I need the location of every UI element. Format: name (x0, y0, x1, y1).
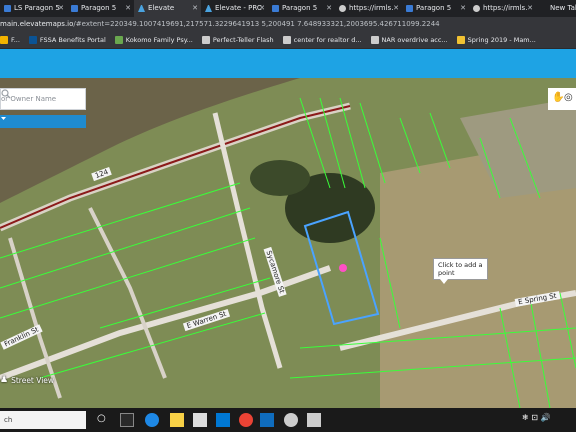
tab-close-icon[interactable]: ✕ (460, 0, 466, 17)
tab-2[interactable]: Elevate ✕ (134, 0, 201, 17)
bookmark-icon (456, 36, 465, 44)
app-icon[interactable] (284, 413, 298, 427)
tab-close-icon[interactable]: ✕ (192, 0, 198, 17)
bookmark-fssa[interactable]: FSSA Benefits Portal (28, 36, 106, 44)
street-view-button[interactable]: ♟ Street View (0, 375, 54, 385)
aerial-imagery (0, 78, 576, 408)
parcel-marker-icon[interactable] (339, 264, 347, 272)
bookmarks-bar: F... FSSA Benefits Portal Kokomo Family … (0, 32, 576, 49)
bookmark-icon (114, 36, 123, 44)
tab-label: Paragon 5 (282, 4, 318, 12)
chevron-down-icon (1, 117, 6, 120)
bookmark-perfect-teller[interactable]: Perfect-Teller Flash (201, 36, 274, 44)
add-point-tooltip: Click to add a point (433, 258, 488, 284)
file-explorer-icon[interactable] (170, 413, 184, 427)
paragon-favicon-icon (406, 5, 413, 12)
tab-3[interactable]: Elevate - PRC ✕ (201, 0, 268, 17)
cortana-icon[interactable]: ○ (97, 413, 111, 427)
bookmark-icon (28, 36, 37, 44)
tab-label: https://irmls. (483, 4, 528, 12)
paragon-favicon-icon (272, 5, 279, 12)
tab-6[interactable]: Paragon 5 ✕ (402, 0, 469, 17)
app-icon-2[interactable] (307, 413, 321, 427)
search-icon[interactable] (1, 89, 11, 99)
bookmark-spring[interactable]: Spring 2019 - Mam... (456, 36, 536, 44)
layer-dropdown[interactable] (0, 115, 86, 128)
street-view-label: Street View (11, 375, 55, 385)
task-view-icon[interactable] (120, 413, 134, 427)
bookmark-0[interactable]: F... (0, 36, 20, 44)
tab-strip: LS Paragon 5 ✕ Paragon 5 ✕ Elevate ✕ Elevat… (0, 0, 576, 17)
tab-label: Paragon 5 (81, 4, 117, 12)
globe-favicon-icon (473, 5, 480, 12)
paragon-favicon-icon (71, 5, 78, 12)
chrome-icon[interactable] (239, 413, 253, 427)
system-tray[interactable]: ❄ ⊡ 🔊 (522, 413, 550, 422)
mail-icon[interactable] (216, 413, 230, 427)
store-icon[interactable] (193, 413, 207, 427)
outlook-icon[interactable] (260, 413, 274, 427)
tab-close-icon[interactable]: ✕ (527, 0, 533, 17)
tab-label: Elevate - PRC (215, 4, 262, 12)
tab-0[interactable]: LS Paragon 5 ✕ (0, 0, 67, 17)
bookmark-realtor[interactable]: center for realtor d... (282, 36, 362, 44)
bookmark-icon (0, 36, 8, 44)
tab-7[interactable]: https://irmls. ✕ (469, 0, 536, 17)
bookmark-nar[interactable]: NAR overdrive acc... (370, 36, 448, 44)
map-tools: ✋ ◎ (548, 88, 576, 110)
bookmark-icon (201, 36, 210, 44)
bookmark-kokomo[interactable]: Kokomo Family Psy... (114, 36, 193, 44)
locate-icon[interactable]: ◎ (564, 92, 573, 103)
tab-label: https://irmls. (349, 4, 394, 12)
tab-5[interactable]: https://irmls. ✕ (335, 0, 402, 17)
map-view[interactable]: or Owner Name ✋ ◎ Click to add a point E… (0, 78, 576, 408)
tab-close-icon[interactable]: ✕ (326, 0, 332, 17)
tab-label: Elevate (148, 4, 175, 12)
owner-search-box[interactable]: or Owner Name (0, 88, 86, 110)
elevate-favicon-icon (138, 5, 145, 12)
tab-4[interactable]: Paragon 5 ✕ (268, 0, 335, 17)
tab-label: New Tab (550, 4, 576, 12)
app-header (0, 49, 576, 78)
person-icon: ♟ (0, 375, 9, 385)
globe-favicon-icon (339, 5, 346, 12)
address-bar[interactable]: main.elevatemaps.io/#extent=220349.10074… (0, 17, 576, 32)
tab-close-icon[interactable]: ✕ (125, 0, 131, 17)
edge-icon[interactable] (145, 413, 159, 427)
elevate-favicon-icon (205, 5, 212, 12)
pan-hand-icon[interactable]: ✋ (552, 92, 564, 103)
url-text[interactable]: main.elevatemaps.io/#extent=220349.10074… (0, 17, 440, 32)
tab-1[interactable]: Paragon 5 ✕ (67, 0, 134, 17)
tab-8[interactable]: New Tab (536, 0, 576, 17)
windows-taskbar: ch ○ ❄ ⊡ 🔊 (0, 408, 576, 432)
tab-label: Paragon 5 (416, 4, 452, 12)
tab-close-icon[interactable]: ✕ (393, 0, 399, 17)
paragon-favicon-icon (4, 5, 11, 12)
tab-label: LS Paragon 5 (14, 4, 60, 12)
tab-close-icon[interactable]: ✕ (58, 0, 64, 17)
bookmark-icon (370, 36, 379, 44)
tab-close-icon[interactable]: ✕ (259, 0, 265, 17)
taskbar-search-input[interactable]: ch (0, 411, 86, 429)
bookmark-icon (282, 36, 291, 44)
